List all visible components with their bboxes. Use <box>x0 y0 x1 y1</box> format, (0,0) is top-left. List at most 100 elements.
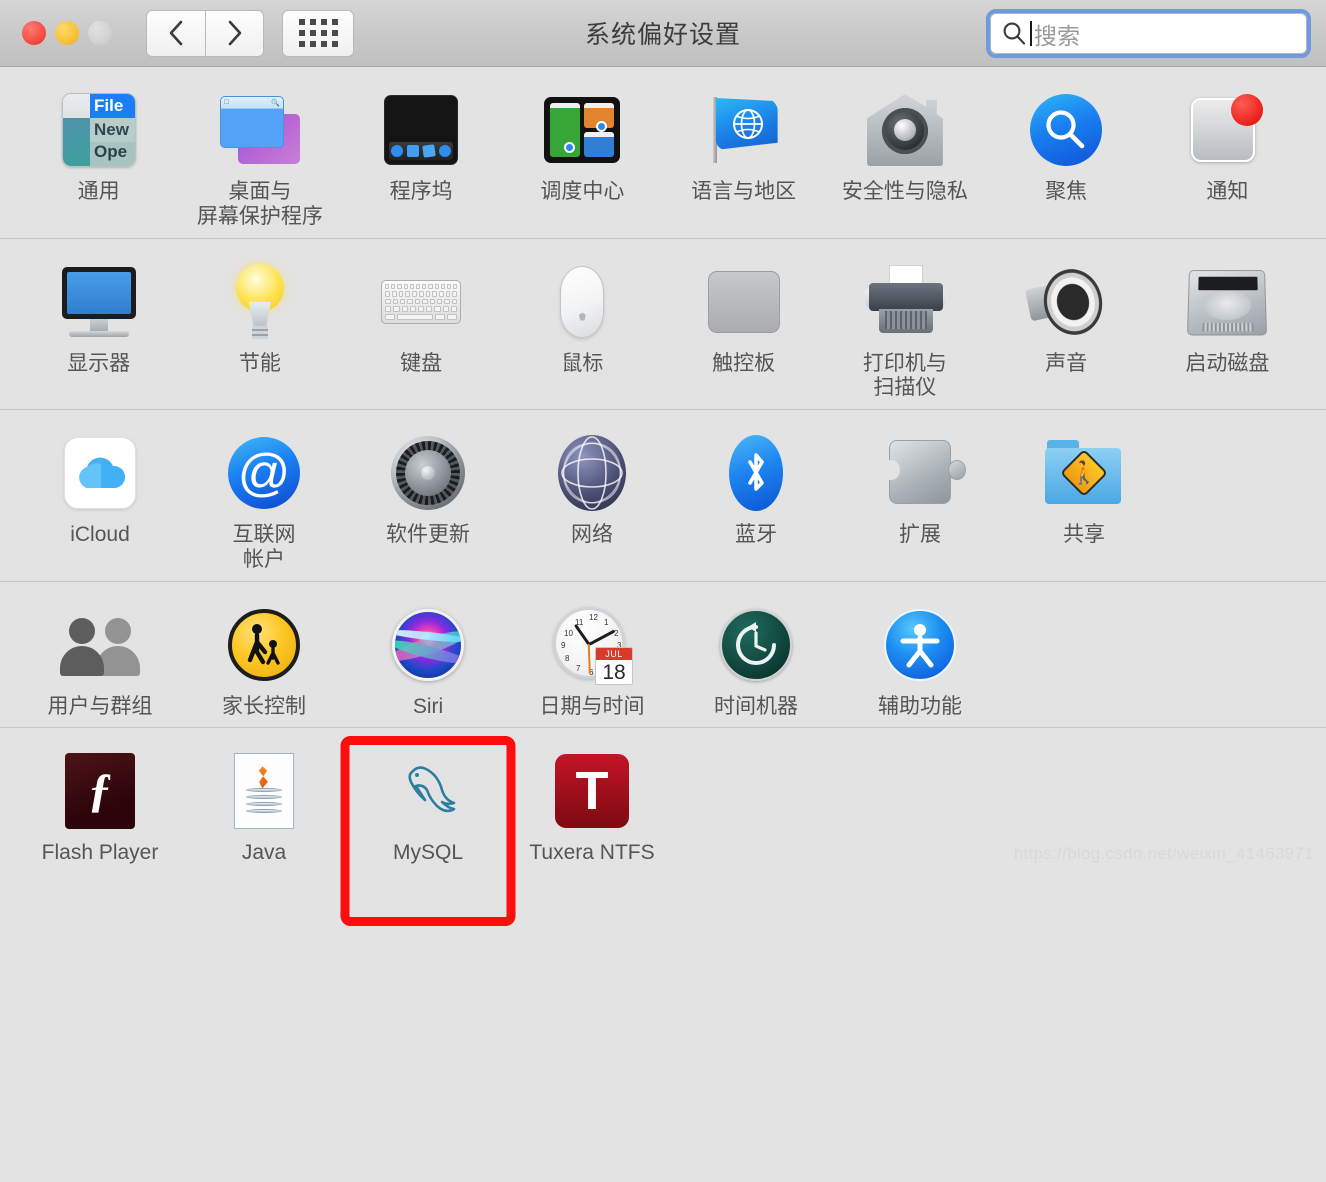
general-icon-file-text: File <box>89 94 135 119</box>
pane-mission-control[interactable]: 调度中心 <box>502 89 663 230</box>
calendar-month: JUL <box>596 647 632 660</box>
pane-siri[interactable]: Siri <box>346 604 510 720</box>
pane-spotlight[interactable]: 聚焦 <box>986 89 1147 230</box>
mission-control-icon <box>544 97 621 163</box>
security-house-icon <box>866 94 943 166</box>
pane-general[interactable]: File New Ope 通用 <box>18 89 179 230</box>
sharing-folder-icon: 🚶 <box>1045 440 1123 506</box>
trackpad-icon <box>707 270 780 333</box>
pane-mysql[interactable]: MySQL <box>346 750 510 866</box>
speaker-icon <box>1025 263 1109 340</box>
pane-displays[interactable]: 显示器 <box>18 261 179 402</box>
text-cursor <box>1030 21 1032 46</box>
pane-flash-player[interactable]: ƒ Flash Player <box>18 750 182 866</box>
zoom-button[interactable] <box>88 21 112 45</box>
search-icon <box>1003 22 1026 45</box>
pane-label: Java <box>241 841 287 865</box>
pane-java[interactable]: Java <box>182 750 346 866</box>
flash-player-icon: ƒ <box>65 753 135 830</box>
pane-label: 日期与时间 <box>539 694 645 718</box>
notification-badge <box>1231 94 1264 126</box>
pane-desktop-screensaver[interactable]: 🔍 桌面与 屏幕保护程序 <box>179 89 340 230</box>
section-hardware: 显示器 节能 键盘 鼠标 触控板 打印机与 扫描仪 声音 启动磁盘 <box>0 237 1326 410</box>
pane-internet-accounts[interactable]: @ 互联网 帐户 <box>182 432 346 573</box>
pane-icloud[interactable]: iCloud <box>18 432 182 573</box>
notifications-icon <box>1191 94 1264 166</box>
pane-label: 共享 <box>1063 523 1105 547</box>
pane-label: 调度中心 <box>540 180 625 203</box>
icloud-cloud-icon <box>64 437 136 510</box>
pane-extensions[interactable]: 扩展 <box>838 432 1002 573</box>
clock-calendar-icon: 12 1 2 3 4 5 6 7 8 9 10 11 <box>553 606 633 685</box>
pane-tuxera-ntfs[interactable]: T Tuxera NTFS <box>510 750 674 866</box>
navigation-buttons <box>146 9 264 57</box>
keyboard-icon <box>381 279 462 324</box>
pane-sound[interactable]: 声音 <box>986 261 1147 402</box>
pane-label: 桌面与 屏幕保护程序 <box>196 180 323 228</box>
tuxera-t-icon: T <box>555 754 629 829</box>
pane-label: Tuxera NTFS <box>529 841 655 865</box>
pane-date-time[interactable]: 12 1 2 3 4 5 6 7 8 9 10 11 <box>510 604 674 720</box>
pane-label: 键盘 <box>400 351 443 375</box>
grid-dots-icon <box>298 19 338 47</box>
show-all-button[interactable] <box>282 9 354 57</box>
close-button[interactable] <box>22 21 46 45</box>
pane-label: 聚焦 <box>1045 180 1088 203</box>
pane-label: Flash Player <box>41 841 159 865</box>
pane-label: 时间机器 <box>714 694 798 718</box>
puzzle-piece-icon <box>882 438 966 508</box>
hard-disk-icon <box>1187 269 1268 336</box>
pane-dock[interactable]: 程序坞 <box>341 89 502 230</box>
pane-label: 蓝牙 <box>735 523 777 547</box>
tuxera-t-glyph: T <box>575 761 609 822</box>
calendar-day: 18 <box>602 660 626 684</box>
mysql-dolphin-icon <box>388 758 468 824</box>
pane-network[interactable]: 网络 <box>510 432 674 573</box>
pane-label: 用户与群组 <box>47 694 153 718</box>
section-third-party: ƒ Flash Player Java MySQL T Tuxera NTFS … <box>0 727 1326 874</box>
at-sign-icon: @ <box>228 437 300 510</box>
pane-label: 语言与地区 <box>691 180 797 203</box>
pane-label: 软件更新 <box>386 523 470 547</box>
back-button[interactable] <box>146 9 205 57</box>
users-silhouette-icon <box>60 614 140 676</box>
pane-label: 鼠标 <box>561 351 604 375</box>
forward-button[interactable] <box>205 9 264 57</box>
pane-notifications[interactable]: 通知 <box>1147 89 1308 230</box>
chevron-right-icon <box>228 20 241 46</box>
section-internet-wireless: iCloud @ 互联网 帐户 软件更新 网络 蓝牙 扩展 🚶 共享 <box>0 409 1326 581</box>
pane-printers-scanners[interactable]: 打印机与 扫描仪 <box>824 261 985 402</box>
pane-label: 扩展 <box>899 523 941 547</box>
pane-trackpad[interactable]: 触控板 <box>663 261 824 402</box>
search-field[interactable]: 搜索 <box>986 9 1311 58</box>
general-icon: File New Ope <box>61 93 136 167</box>
pane-label: 通用 <box>77 180 120 203</box>
pane-users-groups[interactable]: 用户与群组 <box>18 604 182 720</box>
pane-label: 程序坞 <box>389 180 453 203</box>
minimize-button[interactable] <box>55 21 79 45</box>
general-icon-open-text: Ope <box>89 142 135 166</box>
pane-label: 声音 <box>1045 351 1088 375</box>
pane-startup-disk[interactable]: 启动磁盘 <box>1147 261 1308 402</box>
pane-label: MySQL <box>392 841 463 865</box>
traffic-light-buttons <box>22 21 112 45</box>
language-flag-icon <box>707 95 781 165</box>
pane-label: Siri <box>412 694 444 718</box>
mouse-icon <box>560 265 605 338</box>
pane-accessibility[interactable]: 辅助功能 <box>838 604 1002 720</box>
pane-bluetooth[interactable]: 蓝牙 <box>674 432 838 573</box>
pane-keyboard[interactable]: 键盘 <box>341 261 502 402</box>
pane-mouse[interactable]: 鼠标 <box>502 261 663 402</box>
pane-energy-saver[interactable]: 节能 <box>179 261 340 402</box>
pane-sharing[interactable]: 🚶 共享 <box>1002 432 1166 573</box>
pane-parental-controls[interactable]: 家长控制 <box>182 604 346 720</box>
pane-label: 触控板 <box>712 351 776 375</box>
pane-security-privacy[interactable]: 安全性与隐私 <box>824 89 985 230</box>
pane-language-region[interactable]: 语言与地区 <box>663 89 824 230</box>
pane-software-update[interactable]: 软件更新 <box>346 432 510 573</box>
pane-label: 打印机与 扫描仪 <box>862 351 947 400</box>
bluetooth-icon <box>729 435 783 512</box>
pane-label: 节能 <box>238 351 281 375</box>
pane-time-machine[interactable]: 时间机器 <box>674 604 838 720</box>
flash-f-glyph: ƒ <box>88 764 112 818</box>
